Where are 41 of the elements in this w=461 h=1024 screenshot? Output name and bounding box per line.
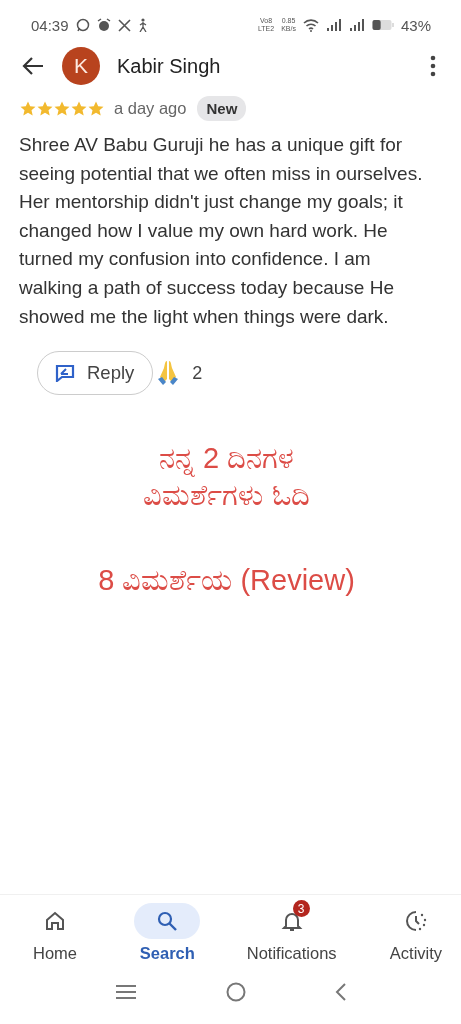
nav-tab[interactable]: 3 Notifications (246, 903, 337, 963)
walking-icon (137, 18, 148, 32)
reply-button[interactable]: Reply (37, 351, 154, 396)
x-icon (117, 18, 131, 32)
caption-text: ವಿಮರ್ಶೆಗಳು ಓದಿ (143, 478, 310, 514)
avatar: K (62, 47, 100, 85)
more-button[interactable] (430, 55, 436, 77)
star-icon (37, 101, 53, 116)
review-text: Shree AV Babu Guruji he has a unique gift for seeing potential that we often miss in ourselves. Her mentorship didn't just change my goals; it changed how I value my own hard work. He turned my confusion into confidence. I am walking a path of success today because He showed me the light when things were dark. (19, 133, 424, 329)
reaction-count: 2 (192, 362, 203, 384)
back-nav-icon[interactable] (334, 983, 347, 1001)
battery-icon (371, 19, 394, 31)
caption-text: ನನ್ನ 2 ದಿನಗಳ (158, 441, 295, 478)
battery-percent: 43% (400, 16, 431, 34)
back-icon (22, 56, 44, 76)
nav-tab[interactable]: Activity (383, 903, 449, 963)
search-icon (156, 910, 179, 932)
clock-time: 04:39 (31, 16, 69, 34)
recents-icon[interactable] (114, 984, 137, 1000)
nav-tab[interactable]: Home (22, 903, 88, 963)
home-icon (44, 910, 66, 932)
signal-icon (325, 18, 342, 32)
notification-badge: 3 (292, 900, 310, 917)
star-icon (88, 101, 104, 116)
reply-icon (55, 364, 75, 383)
caption-text: 8 ವಿಮರ್ಶೆಯ (Review) (98, 563, 355, 599)
clock-icon (405, 910, 427, 932)
praying-hands-icon (156, 360, 181, 387)
more-icon (430, 55, 436, 77)
star-icon (54, 101, 70, 116)
star-icon (71, 101, 87, 116)
reviewer-name: Kabir Singh (117, 54, 222, 78)
new-badge: New (197, 96, 247, 121)
wifi-icon (302, 18, 319, 32)
review-time: a day ago (114, 99, 187, 118)
home-circle-icon[interactable] (225, 982, 246, 1002)
chat-icon (75, 18, 90, 32)
back-button[interactable] (22, 56, 44, 76)
alarm-icon (96, 18, 111, 32)
signal-icon (348, 18, 365, 32)
star-icon (20, 101, 36, 116)
